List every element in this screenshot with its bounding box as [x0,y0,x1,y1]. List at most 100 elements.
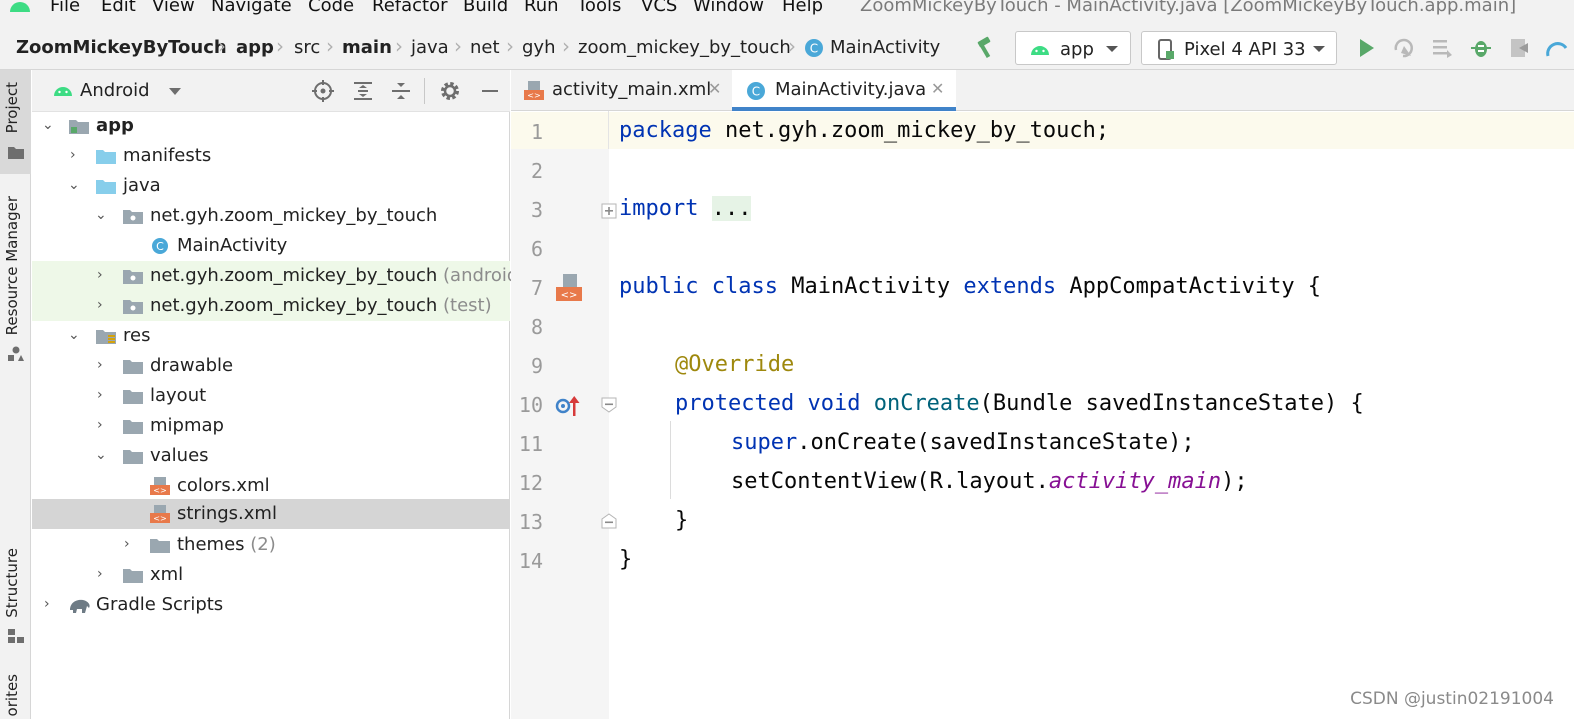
run-icon[interactable] [1354,36,1378,60]
tree-item-colors-xml[interactable]: <> colors.xml [32,471,510,501]
breadcrumb-gyh[interactable]: gyh [522,37,556,58]
tree-item-label: Gradle Scripts [96,594,224,615]
chevron-right-icon[interactable]: › [44,596,50,612]
fold-collapse-icon[interactable] [601,513,617,529]
chevron-down-icon[interactable]: ⌄ [95,207,107,223]
tree-item-mainactivity[interactable]: C MainActivity [32,231,510,261]
package-icon [123,270,143,284]
tree-item-app[interactable]: ⌄ app [32,111,510,141]
run-config-select[interactable]: app [1015,31,1131,65]
breadcrumb-main[interactable]: main [342,37,392,58]
close-icon[interactable]: ✕ [931,79,944,98]
hammer-icon[interactable] [974,36,998,60]
chevron-down-icon[interactable]: ⌄ [68,177,80,193]
code-line-9[interactable]: @Override [675,352,794,377]
menu-edit[interactable]: Edit [101,0,136,16]
apply-changes-icon[interactable] [1391,36,1415,60]
profiler-icon[interactable] [1507,36,1531,60]
fold-expand-icon[interactable] [601,203,617,219]
chevron-right-icon[interactable]: › [70,147,76,163]
chevron-down-icon[interactable]: ⌄ [95,447,107,463]
related-xml-gutter-icon[interactable]: <> [555,273,585,303]
tree-item-package-androidtest[interactable]: › net.gyh.zoom_mickey_by_touch (androidT [32,261,529,291]
chevron-down-icon[interactable]: ⌄ [42,117,54,133]
chevron-right-icon[interactable]: › [124,536,130,552]
tab-activity-main-xml[interactable]: <> activity_main.xml ✕ [511,70,731,111]
breadcrumb-app[interactable]: app [236,37,274,58]
tree-item-label: values [150,445,209,466]
breadcrumb-separator: › [326,34,334,58]
chevron-right-icon[interactable]: › [97,566,103,582]
menu-code[interactable]: Code [308,0,354,16]
tree-item-res[interactable]: ⌄ res [32,321,510,351]
close-icon[interactable]: ✕ [708,79,721,98]
favorites-tool-tab[interactable]: orites [3,674,21,716]
tool-window-stripe: Project Resource Manager Structure orite… [0,70,31,719]
override-method-gutter-icon[interactable] [555,394,581,418]
code-line-3[interactable]: import ... [619,196,752,221]
code-text: } [619,547,633,572]
chevron-right-icon[interactable]: › [97,387,103,403]
tab-mainactivity-java[interactable]: C MainActivity.java ✕ [732,70,956,111]
code-line-1[interactable]: package net.gyh.zoom_mickey_by_touch; [619,118,1109,143]
tree-item-package[interactable]: ⌄ net.gyh.zoom_mickey_by_touch [32,201,510,231]
tree-item-strings-xml[interactable]: <> strings.xml [32,499,510,529]
chevron-right-icon[interactable]: › [97,297,103,313]
chevron-down-icon[interactable] [168,87,182,97]
device-select[interactable]: Pixel 4 API 33 [1141,31,1337,65]
tree-item-themes[interactable]: › themes (2) [32,530,510,560]
class-icon: C [747,82,765,100]
attach-debugger-icon[interactable] [1545,36,1569,60]
menu-view[interactable]: View [152,0,195,16]
apply-code-changes-icon[interactable] [1430,36,1454,60]
fold-collapse-icon[interactable] [601,397,617,413]
menu-run[interactable]: Run [524,0,559,16]
menu-vcs[interactable]: VCS [641,0,677,16]
locate-file-icon[interactable] [312,80,334,102]
code-line-11[interactable]: super.onCreate(savedInstanceState); [731,430,1195,455]
tree-item-mipmap[interactable]: › mipmap [32,411,510,441]
tree-item-manifests[interactable]: › manifests [32,141,510,171]
tree-item-label: themes (2) [177,534,276,555]
breadcrumb-mainactivity[interactable]: MainActivity [830,37,940,58]
structure-tool-tab[interactable]: Structure [3,548,21,618]
breadcrumb-package[interactable]: zoom_mickey_by_touch [578,37,791,58]
breadcrumb-java[interactable]: java [411,37,449,58]
menu-refactor[interactable]: Refactor [372,0,448,16]
tree-item-drawable[interactable]: › drawable [32,351,510,381]
code-line-13[interactable]: } [675,508,688,533]
breadcrumb-src[interactable]: src [294,37,320,58]
gear-icon[interactable] [439,80,461,102]
menu-help[interactable]: Help [782,0,823,16]
expand-all-icon[interactable] [352,80,374,102]
menu-window[interactable]: Window [693,0,764,16]
menu-navigate[interactable]: Navigate [211,0,292,16]
breadcrumb-net[interactable]: net [470,37,500,58]
tree-item-gradle-scripts[interactable]: › Gradle Scripts [32,590,510,620]
tree-item-xml[interactable]: › xml [32,560,510,590]
breadcrumb-project[interactable]: ZoomMickeyByTouch [16,37,227,58]
code-line-7[interactable]: public class MainActivity extends AppCom… [619,274,1321,299]
folded-imports[interactable]: ... [711,196,752,221]
code-line-10[interactable]: protected void onCreate(Bundle savedInst… [675,391,1364,416]
chevron-down-icon[interactable]: ⌄ [68,327,80,343]
hide-panel-icon[interactable] [479,80,501,102]
package-icon [123,210,143,224]
debug-icon[interactable] [1469,36,1493,60]
tree-item-java[interactable]: ⌄ java [32,171,510,201]
chevron-right-icon[interactable]: › [97,267,103,283]
resource-manager-tool-tab[interactable]: Resource Manager [3,196,21,335]
code-line-14[interactable]: } [619,547,632,572]
tree-item-layout[interactable]: › layout [32,381,510,411]
tree-item-package-test[interactable]: › net.gyh.zoom_mickey_by_touch (test) [32,291,510,321]
menu-tools[interactable]: Tools [577,0,621,16]
tree-item-values[interactable]: ⌄ values [32,441,510,471]
collapse-all-icon[interactable] [390,80,412,102]
menu-build[interactable]: Build [463,0,508,16]
menu-file[interactable]: File [50,0,80,16]
code-line-12[interactable]: setContentView(R.layout.activity_main); [731,469,1248,494]
chevron-right-icon[interactable]: › [97,417,103,433]
view-mode-select[interactable]: Android [80,80,150,101]
chevron-right-icon[interactable]: › [97,357,103,373]
project-tool-tab[interactable]: Project [3,82,21,133]
